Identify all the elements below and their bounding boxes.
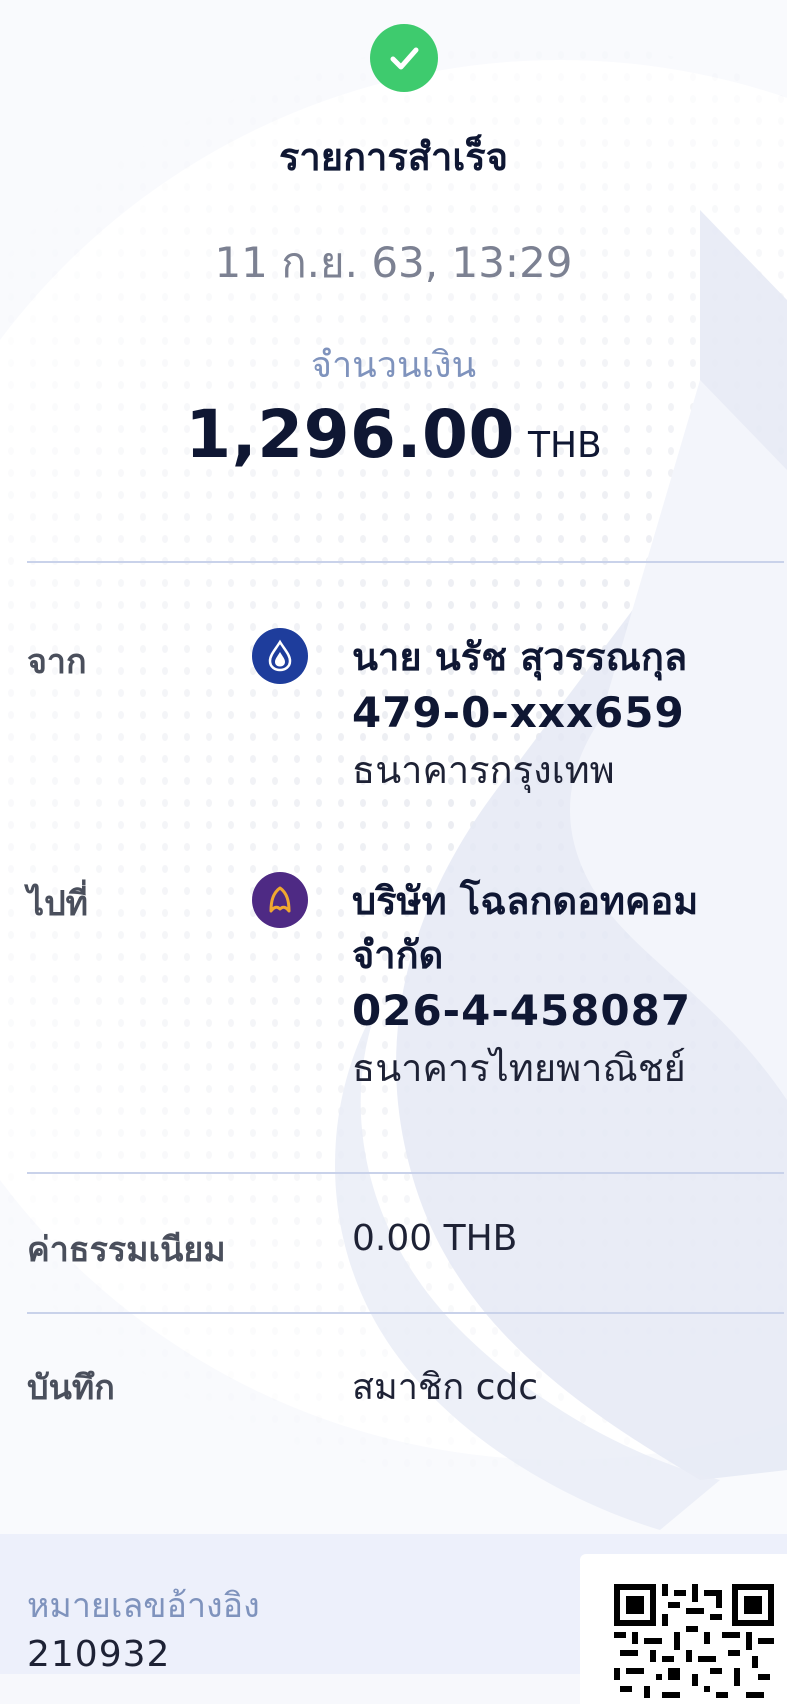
qr-card[interactable]: [580, 1554, 787, 1704]
memo-label: บันทึก: [27, 1368, 115, 1408]
scb-logo-icon: [252, 872, 308, 928]
amount-currency: THB: [528, 425, 602, 466]
to-name-line2: จำกัด: [352, 933, 444, 977]
from-account: 479-0-xxx659: [352, 688, 685, 737]
to-party: บริษัท โฉลกดอทคอม จำกัด 026-4-458087 ธนา…: [352, 874, 772, 1096]
to-name-line1: บริษัท โฉลกดอทคอม: [352, 879, 699, 923]
divider: [27, 1312, 784, 1314]
to-bank: ธนาคารไทยพาณิชย์: [352, 1046, 686, 1090]
amount-value: 1,296.00: [185, 396, 515, 473]
divider: [27, 561, 784, 563]
transaction-datetime: 11 ก.ย. 63, 13:29: [214, 238, 573, 287]
memo-value: สมาชิก cdc: [352, 1367, 539, 1408]
reference-label: หมายเลขอ้างอิง: [27, 1586, 260, 1626]
check-circle-icon: [370, 24, 438, 92]
reference-footer: หมายเลขอ้างอิง 210932: [0, 1534, 787, 1704]
bangkok-bank-logo-icon: [252, 628, 308, 684]
transaction-slip: รายการสำเร็จ 11 ก.ย. 63, 13:29 จำนวนเงิน…: [0, 0, 787, 1534]
qr-code-icon: [614, 1584, 774, 1704]
amount-row: 1,296.00 THB: [0, 396, 787, 473]
reference-value: 210932: [27, 1634, 171, 1675]
from-bank: ธนาคารกรุงเทพ: [352, 748, 615, 792]
from-label: จาก: [27, 642, 87, 682]
from-party: นาย นรัช สุวรรณกุล 479-0-xxx659 ธนาคารกร…: [352, 630, 772, 798]
from-name: นาย นรัช สุวรรณกุล: [352, 635, 688, 679]
amount-label: จำนวนเงิน: [310, 345, 477, 386]
fee-value: 0.00 THB: [352, 1218, 518, 1259]
fee-label: ค่าธรรมเนียม: [27, 1230, 226, 1270]
to-account: 026-4-458087: [352, 986, 692, 1035]
status-title: รายการสำเร็จ: [279, 135, 508, 179]
to-label: ไปที่: [27, 884, 89, 924]
divider: [27, 1172, 784, 1174]
